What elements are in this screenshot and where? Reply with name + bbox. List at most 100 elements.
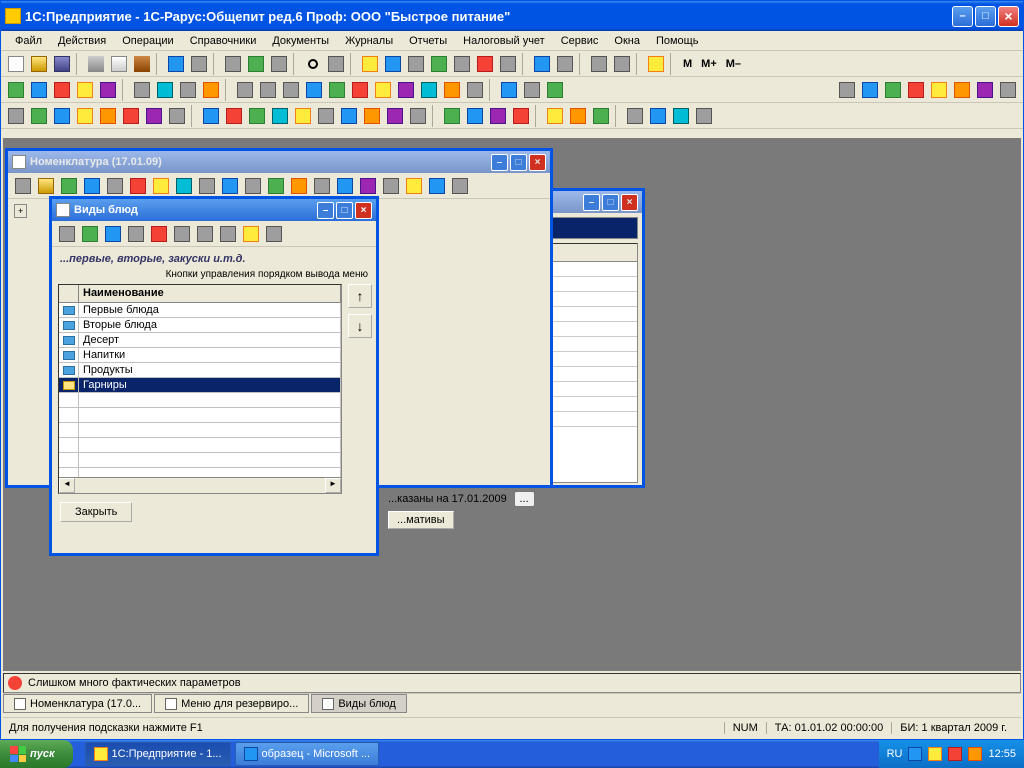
tb3-p[interactable] xyxy=(361,105,383,127)
tb3-i[interactable] xyxy=(200,105,222,127)
tb3-q[interactable] xyxy=(384,105,406,127)
tb2-s[interactable] xyxy=(441,79,463,101)
tb3-c[interactable] xyxy=(51,105,73,127)
tb3-h[interactable] xyxy=(166,105,188,127)
tb3-o[interactable] xyxy=(338,105,360,127)
tb-btn-f[interactable] xyxy=(325,53,347,75)
tb2-k[interactable] xyxy=(257,79,279,101)
tb3-z2[interactable] xyxy=(647,105,669,127)
tb-btn-m[interactable] xyxy=(497,53,519,75)
tb2-f[interactable] xyxy=(131,79,153,101)
vidy-row-empty[interactable] xyxy=(59,393,341,408)
nomen-close-button[interactable] xyxy=(529,154,546,171)
open-icon[interactable] xyxy=(28,53,50,75)
nt-b[interactable] xyxy=(35,175,57,197)
vidy-row[interactable]: Десерт xyxy=(59,333,341,348)
new-icon[interactable] xyxy=(5,53,27,75)
vt-whatsthis-icon[interactable] xyxy=(263,223,285,245)
tb3-w[interactable] xyxy=(544,105,566,127)
m-minus-button[interactable]: М– xyxy=(722,56,745,72)
vidy-row[interactable]: Вторые блюда xyxy=(59,318,341,333)
tb2-x6[interactable] xyxy=(951,79,973,101)
vidy-row-empty[interactable] xyxy=(59,453,341,468)
menu-journals[interactable]: Журналы xyxy=(337,33,401,49)
nt-n[interactable] xyxy=(311,175,333,197)
tb2-x3[interactable] xyxy=(882,79,904,101)
main-close-button[interactable] xyxy=(998,6,1019,27)
vidy-row-empty[interactable] xyxy=(59,408,341,423)
taskbar-item-1c[interactable]: 1С:Предприятие - 1... xyxy=(85,742,231,766)
vidy-row[interactable]: Первые блюда xyxy=(59,303,341,318)
nt-l[interactable] xyxy=(265,175,287,197)
tb3-z4[interactable] xyxy=(693,105,715,127)
tb-btn-d[interactable] xyxy=(245,53,267,75)
tb-btn-k[interactable] xyxy=(451,53,473,75)
vidy-close-dialog-button[interactable]: Закрыть xyxy=(60,502,132,522)
tb2-q[interactable] xyxy=(395,79,417,101)
start-button[interactable]: пуск xyxy=(0,740,73,768)
bg-minimize-button[interactable] xyxy=(583,194,600,211)
nt-j[interactable] xyxy=(219,175,241,197)
tb3-b[interactable] xyxy=(28,105,50,127)
menu-reports[interactable]: Отчеты xyxy=(401,33,455,49)
nt-i[interactable] xyxy=(196,175,218,197)
menu-references[interactable]: Справочники xyxy=(182,33,265,49)
tb2-e[interactable] xyxy=(97,79,119,101)
tb3-f[interactable] xyxy=(120,105,142,127)
tb-btn-b[interactable] xyxy=(188,53,210,75)
tb2-v[interactable] xyxy=(521,79,543,101)
tb2-x4[interactable] xyxy=(905,79,927,101)
tb3-a[interactable] xyxy=(5,105,27,127)
nt-a[interactable] xyxy=(12,175,34,197)
vt-g[interactable] xyxy=(194,223,216,245)
tb-btn-a[interactable] xyxy=(165,53,187,75)
tb3-j[interactable] xyxy=(223,105,245,127)
vt-a[interactable] xyxy=(56,223,78,245)
wintab-vidy[interactable]: Виды блюд xyxy=(311,694,407,713)
menu-documents[interactable]: Документы xyxy=(264,33,337,49)
nt-o[interactable] xyxy=(334,175,356,197)
calc-icon[interactable] xyxy=(588,53,610,75)
tb-btn-e[interactable] xyxy=(268,53,290,75)
tray-icon[interactable] xyxy=(928,747,942,761)
tb-btn-n[interactable] xyxy=(531,53,553,75)
tb2-w[interactable] xyxy=(544,79,566,101)
menu-operations[interactable]: Операции xyxy=(114,33,181,49)
vt-d[interactable] xyxy=(125,223,147,245)
tb2-j[interactable] xyxy=(234,79,256,101)
tray-icon[interactable] xyxy=(968,747,982,761)
nt-g[interactable] xyxy=(150,175,172,197)
main-maximize-button[interactable] xyxy=(975,6,996,27)
tb3-d[interactable] xyxy=(74,105,96,127)
m-button[interactable]: М xyxy=(679,56,696,72)
tb3-x[interactable] xyxy=(567,105,589,127)
vidy-maximize-button[interactable] xyxy=(336,202,353,219)
vt-e[interactable] xyxy=(148,223,170,245)
nt-help-icon[interactable] xyxy=(426,175,448,197)
paste-icon[interactable] xyxy=(131,53,153,75)
nomen-maximize-button[interactable] xyxy=(510,154,527,171)
tb2-n[interactable] xyxy=(326,79,348,101)
taskbar-item-word[interactable]: образец - Microsoft ... xyxy=(235,742,380,766)
tb-btn-g[interactable] xyxy=(359,53,381,75)
tb-btn-c[interactable] xyxy=(222,53,244,75)
tb2-d[interactable] xyxy=(74,79,96,101)
tree-plus-icon[interactable]: + xyxy=(14,204,27,218)
menu-file[interactable]: Файл xyxy=(7,33,50,49)
menu-tax[interactable]: Налоговый учет xyxy=(455,33,553,49)
tb2-a[interactable] xyxy=(5,79,27,101)
vidy-row-empty[interactable] xyxy=(59,438,341,453)
menu-actions[interactable]: Действия xyxy=(50,33,114,49)
tb3-e[interactable] xyxy=(97,105,119,127)
tb2-l[interactable] xyxy=(280,79,302,101)
cut-icon[interactable] xyxy=(85,53,107,75)
tb2-x5[interactable] xyxy=(928,79,950,101)
vidy-scrollbar-h[interactable]: ◄ ► xyxy=(59,477,341,493)
vidy-row[interactable]: Продукты xyxy=(59,363,341,378)
tray-kaspersky-icon[interactable] xyxy=(948,747,962,761)
tb2-o[interactable] xyxy=(349,79,371,101)
tb2-h[interactable] xyxy=(177,79,199,101)
scroll-right-icon[interactable]: ► xyxy=(325,478,341,493)
main-minimize-button[interactable] xyxy=(952,6,973,27)
tb2-m[interactable] xyxy=(303,79,325,101)
